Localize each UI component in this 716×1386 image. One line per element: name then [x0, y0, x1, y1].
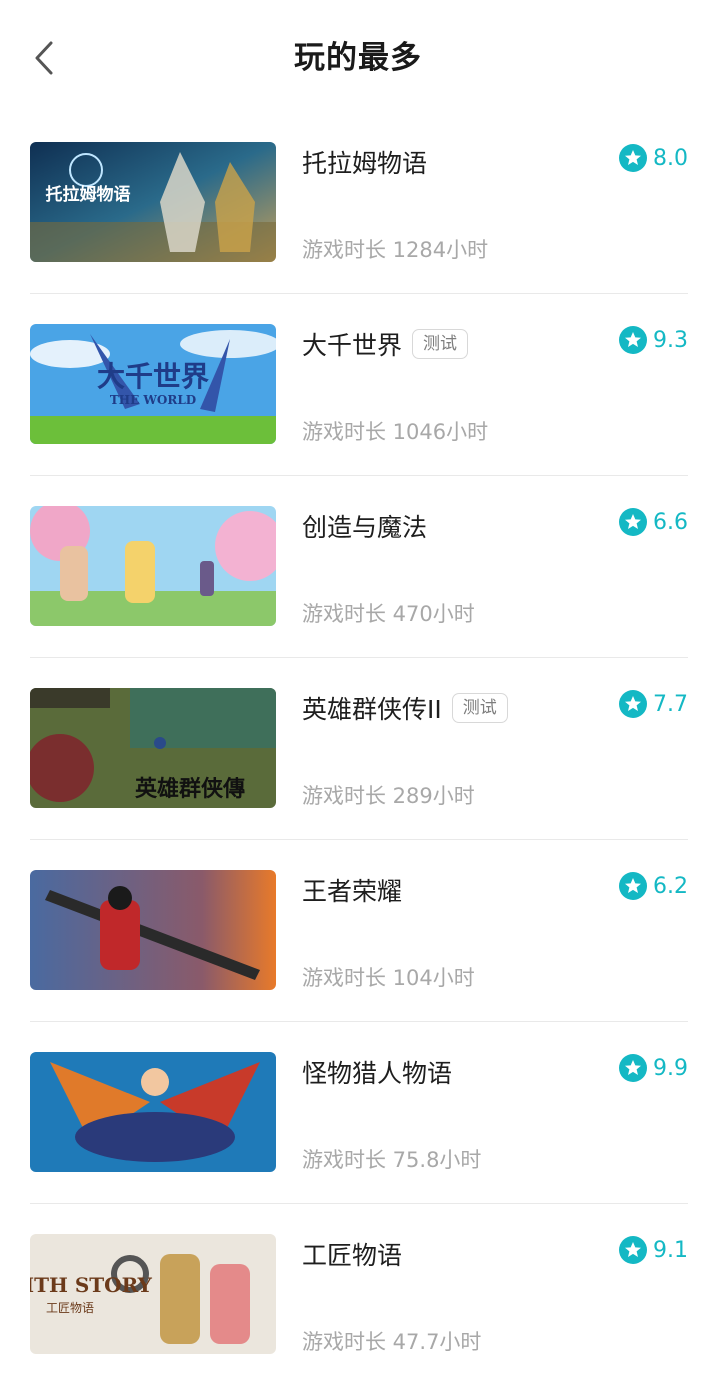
rating: 7.7	[619, 688, 688, 720]
playtime: 游戏时长 1046小时	[302, 420, 489, 444]
playtime: 游戏时长 75.8小时	[302, 1148, 482, 1172]
playtime: 游戏时长 47.7小时	[302, 1330, 482, 1354]
page-title: 玩的最多	[294, 40, 422, 76]
name-line: 托拉姆物语	[302, 142, 427, 182]
star-icon	[619, 872, 647, 900]
rating: 8.0	[619, 142, 688, 174]
game-thumbnail[interactable]	[30, 870, 276, 990]
game-row[interactable]: 大千世界 THE WORLD 大千世界 测试 9.3 游戏时长 1046小时	[30, 294, 688, 476]
rating-score: 6.2	[653, 873, 688, 899]
game-row[interactable]: 怪物猎人物语 9.9 游戏时长 75.8小时	[30, 1022, 688, 1204]
game-thumbnail[interactable]	[30, 1052, 276, 1172]
star-icon	[619, 690, 647, 718]
rating: 9.9	[619, 1052, 688, 1084]
rating-score: 8.0	[653, 145, 688, 171]
test-tag: 测试	[412, 329, 469, 359]
rating: 6.2	[619, 870, 688, 902]
star-icon	[619, 508, 647, 536]
game-thumbnail[interactable]: 托拉姆物语	[30, 142, 276, 262]
playtime: 游戏时长 289小时	[302, 784, 475, 808]
test-tag: 测试	[451, 693, 508, 723]
rating-score: 9.1	[653, 1237, 688, 1263]
thumb-title: 托拉姆物语	[46, 184, 131, 205]
game-list: 托拉姆物语 托拉姆物语 8.0 游戏时长 1284小时 大千世界 THE WOR…	[0, 112, 716, 1386]
header: 玩的最多	[0, 0, 716, 112]
game-thumbnail[interactable]: 大千世界 THE WORLD	[30, 324, 276, 444]
playtime: 游戏时长 104小时	[302, 966, 475, 990]
rating-score: 6.6	[653, 509, 688, 535]
game-name: 托拉姆物语	[302, 149, 428, 178]
name-line: 王者荣耀	[302, 870, 402, 910]
game-name: 工匠物语	[302, 1241, 403, 1270]
rating: 9.3	[619, 324, 688, 356]
name-line: 大千世界 测试	[302, 324, 469, 364]
name-line: 怪物猎人物语	[302, 1052, 452, 1092]
rating: 6.6	[619, 506, 688, 538]
game-thumbnail[interactable]	[30, 506, 276, 626]
playtime: 游戏时长 1284小时	[302, 238, 489, 262]
rating-score: 9.9	[653, 1055, 688, 1081]
thumb-title: 英雄群侠傳	[135, 776, 245, 802]
thumb-title: SMITH STORY	[30, 1273, 153, 1297]
game-name: 创造与魔法	[302, 513, 428, 542]
game-row[interactable]: 王者荣耀 6.2 游戏时长 104小时	[30, 840, 688, 1022]
star-icon	[619, 1054, 647, 1082]
thumb-title: 大千世界	[97, 360, 209, 393]
thumb-subtitle: THE WORLD	[110, 393, 196, 407]
game-row[interactable]: SMITH STORY 工匠物语 工匠物语 9.1 游戏时长 47.7小时	[30, 1204, 688, 1386]
game-thumbnail[interactable]: 英雄群侠傳	[30, 688, 276, 808]
game-name: 英雄群侠传II	[302, 695, 442, 724]
game-name: 王者荣耀	[302, 877, 403, 906]
game-row[interactable]: 英雄群侠傳 英雄群侠传II 测试 7.7 游戏时长 289小时	[30, 658, 688, 840]
playtime: 游戏时长 470小时	[302, 602, 475, 626]
game-thumbnail[interactable]: SMITH STORY 工匠物语	[30, 1234, 276, 1354]
star-icon	[619, 144, 647, 172]
rating: 9.1	[619, 1234, 688, 1266]
rating-score: 7.7	[653, 691, 688, 717]
game-name: 大千世界	[302, 331, 403, 360]
star-icon	[619, 1236, 647, 1264]
game-row[interactable]: 托拉姆物语 托拉姆物语 8.0 游戏时长 1284小时	[30, 112, 688, 294]
rating-score: 9.3	[653, 327, 688, 353]
star-icon	[619, 326, 647, 354]
game-name: 怪物猎人物语	[302, 1059, 453, 1088]
name-line: 工匠物语	[302, 1234, 402, 1274]
name-line: 创造与魔法	[302, 506, 427, 546]
thumb-subtitle: 工匠物语	[46, 1301, 94, 1315]
game-row[interactable]: 创造与魔法 6.6 游戏时长 470小时	[30, 476, 688, 658]
name-line: 英雄群侠传II 测试	[302, 688, 508, 728]
